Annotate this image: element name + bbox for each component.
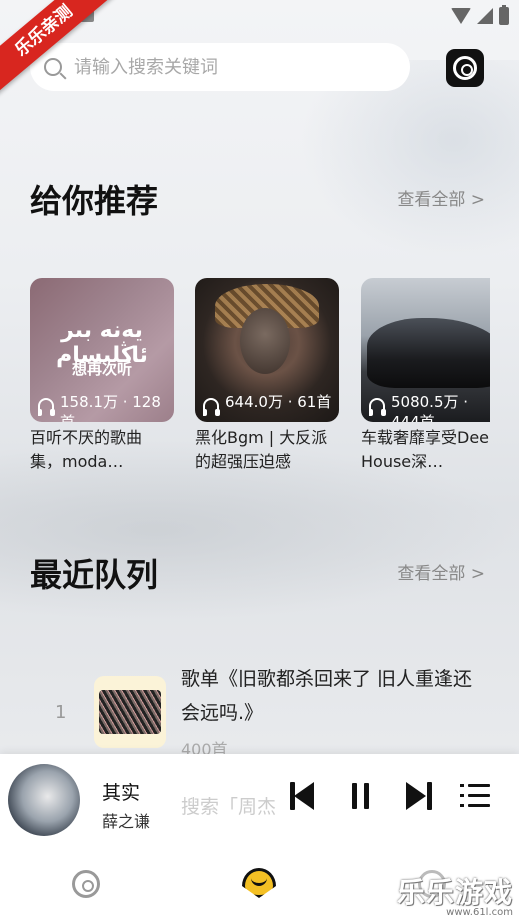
recommend-carousel[interactable]: يەنە بىر ئاڭلىسام 想再次听 158.1万 · 128首 百听不… [30,278,490,478]
settings-icon [453,56,477,80]
playlist-cover[interactable]: 5080.5万 · 444首 [361,278,490,422]
search-input[interactable] [74,56,374,78]
now-playing-cover[interactable] [8,764,80,836]
now-playing-title: 其实 [102,782,141,804]
now-playing-artist: 薛之谦 [102,812,151,831]
search-bar[interactable] [30,43,410,91]
next-icon[interactable] [404,780,434,812]
recommend-title: 给你推荐 [30,182,159,220]
disc-icon[interactable] [72,870,100,898]
play-stats: 5080.5万 · 444首 [369,392,490,422]
bottom-nav: 乐乐游戏 www.61l.com [0,850,519,924]
playlist-title: 百听不厌的歌曲集，moda… [30,428,143,471]
queue-title: 最近队列 [30,556,159,594]
cover-subtext: 想再次听 [71,360,132,378]
watermark: 乐乐游戏 www.61l.com [397,871,513,918]
battery-icon [499,5,509,25]
playlist-cover[interactable]: 644.0万 · 61首 [195,278,339,422]
search-icon [44,58,62,76]
playlist-card[interactable]: يەنە بىر ئاڭلىسام 想再次听 158.1万 · 128首 百听不… [30,278,174,474]
headphone-icon [369,398,386,416]
play-stats-text: 644.0万 · 61首 [225,393,332,411]
play-stats: 644.0万 · 61首 [203,392,335,422]
queue-cover [94,676,166,748]
headphone-icon [203,398,220,416]
pause-icon[interactable] [348,780,378,812]
queue-list-item[interactable]: 1 歌单《旧歌都杀回来了 旧人重逢还会远吗.》 400首 [0,662,519,762]
watermark-text: 乐乐游戏 [396,876,513,909]
playlist-icon[interactable] [460,780,490,812]
playlist-card[interactable]: 644.0万 · 61首 黑化Bgm | 大反派的超强压迫感 [195,278,339,474]
playlist-title: 车载奢靡享受Deep House深… [361,428,490,471]
play-stats-text: 158.1万 · 128首 [60,393,161,422]
queue-see-all-link[interactable]: 查看全部 > [397,559,485,584]
queue-partial-item: 搜索「周杰 [181,796,277,818]
signal-icon [477,8,493,24]
queue-item-title: 歌单《旧歌都杀回来了 旧人重逢还会远吗.》 [181,668,473,724]
queue-index: 1 [55,702,67,723]
wifi-icon [451,8,471,24]
heart-icon[interactable] [242,868,276,898]
settings-button[interactable] [446,49,484,87]
recommend-see-all-link[interactable]: 查看全部 > [397,185,485,210]
play-stats: 158.1万 · 128首 [38,392,170,422]
playlist-title: 黑化Bgm | 大反派的超强压迫感 [195,428,328,471]
playlist-card[interactable]: 5080.5万 · 444首 车载奢靡享受Deep House深… [361,278,490,474]
playlist-cover[interactable]: يەنە بىر ئاڭلىسام 想再次听 158.1万 · 128首 [30,278,174,422]
prev-icon[interactable] [288,780,318,812]
mini-player[interactable]: 搜索「周杰 其实 薛之谦 [0,754,519,850]
play-stats-text: 5080.5万 · 444首 [391,393,469,422]
headphone-icon [38,398,55,416]
